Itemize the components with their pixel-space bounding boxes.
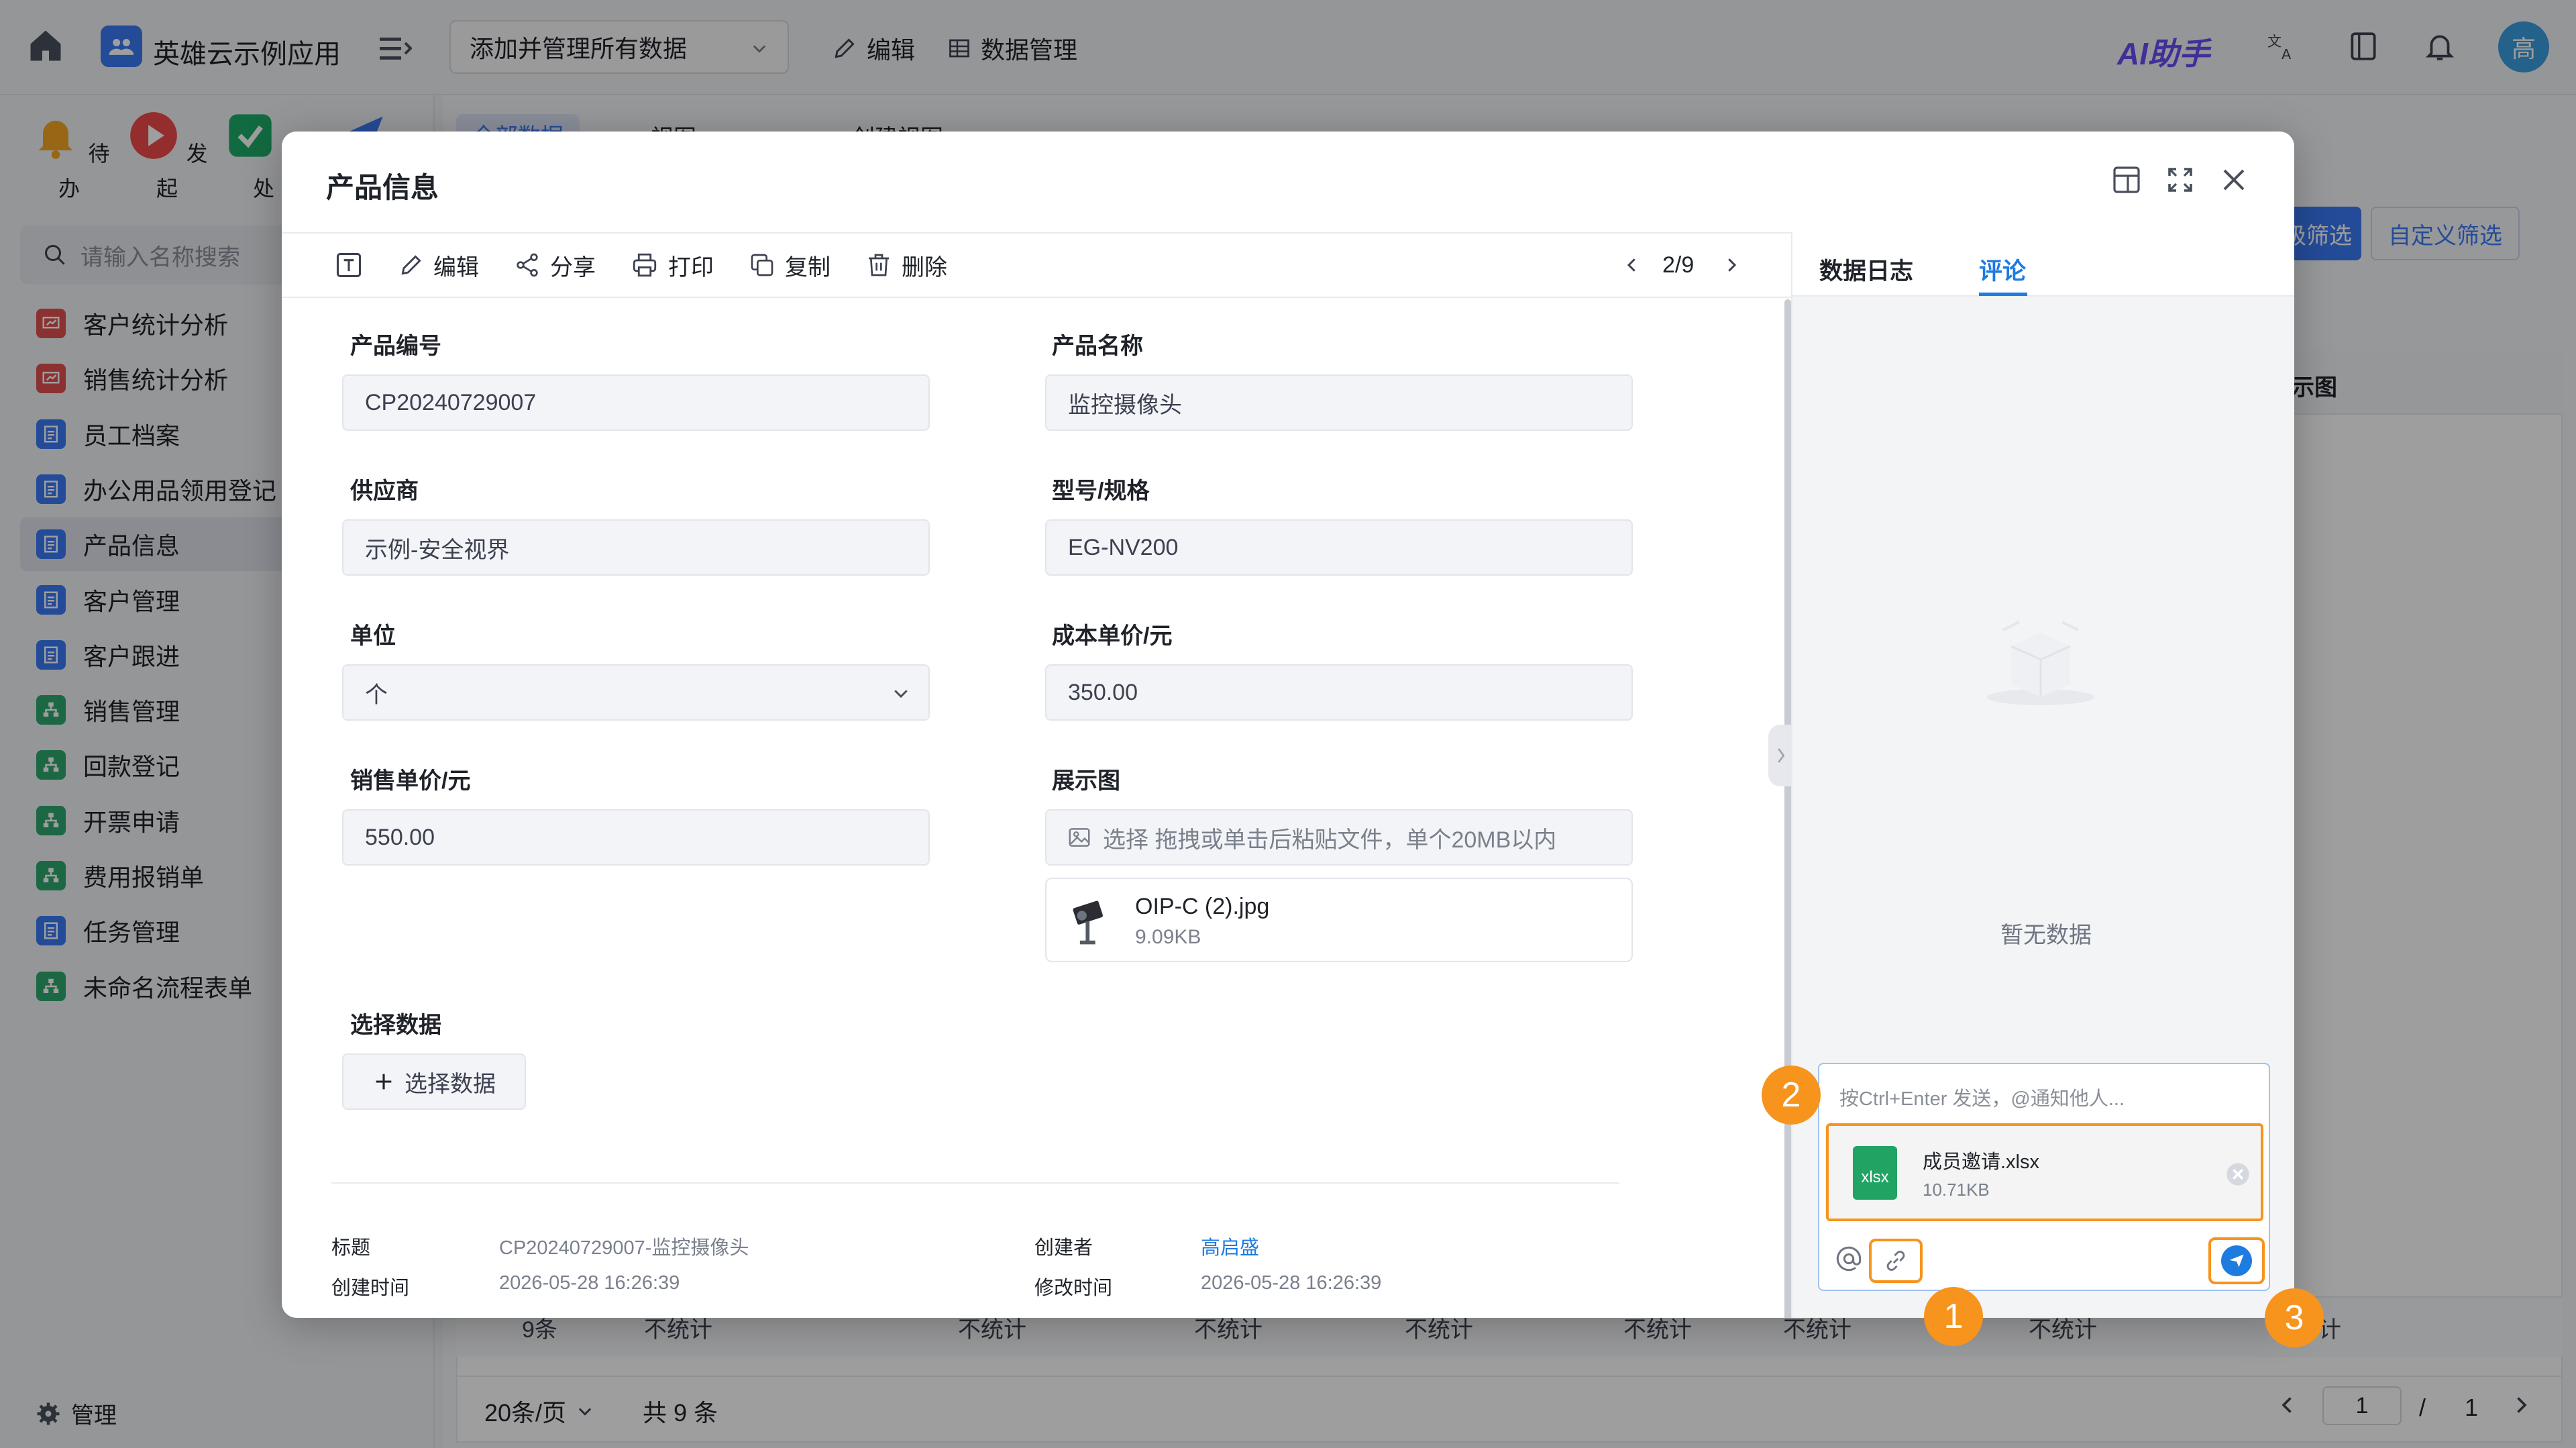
mention-icon[interactable] (1835, 1245, 1862, 1272)
modal-title: 产品信息 (326, 172, 439, 203)
tab-comment[interactable]: 评论 (1979, 252, 2026, 287)
attach-link-icon[interactable] (1869, 1239, 1923, 1283)
select-data-button-label: 选择数据 (405, 1071, 496, 1097)
printer-icon (631, 251, 659, 279)
model-label: 型号/规格 (1052, 478, 1150, 504)
unit-select[interactable]: 个 (342, 664, 930, 721)
comment-input[interactable]: 按Ctrl+Enter 发送，@通知他人... (1839, 1083, 2125, 1111)
callout-badge-3: 3 (2265, 1288, 2324, 1347)
attachment-name: 成员邀请.xlsx (1923, 1151, 2040, 1173)
side-panel-collapse-handle[interactable] (1768, 725, 1794, 786)
supplier-field[interactable]: 示例-安全视界 (342, 519, 930, 576)
meta-title-value: CP20240729007-监控摄像头 (499, 1237, 749, 1259)
code-field[interactable]: CP20240729007 (342, 374, 930, 431)
chevron-down-icon (891, 683, 911, 703)
excel-file-ext: xlsx (1861, 1168, 1889, 1186)
name-label: 产品名称 (1052, 333, 1143, 359)
callout-badge-2: 2 (1762, 1066, 1821, 1125)
meta-divider (331, 1182, 1619, 1184)
select-data-label: 选择数据 (350, 1013, 441, 1038)
model-field[interactable]: EG-NV200 (1045, 519, 1633, 576)
image-upload-area[interactable]: 选择 拖拽或单击后粘贴文件，单个20MB以内 (1045, 809, 1633, 866)
image-label: 展示图 (1052, 768, 1120, 794)
price-label: 销售单价/元 (350, 768, 471, 794)
meta-created-value: 2026-05-28 16:26:39 (499, 1272, 680, 1294)
share-label: 分享 (550, 254, 596, 280)
tab-data-log[interactable]: 数据日志 (1819, 252, 1913, 287)
pencil-icon (398, 252, 424, 278)
tab-comment-indicator (1979, 293, 2027, 296)
meta-modified-label: 修改时间 (1034, 1278, 1113, 1299)
layout-toggle-icon[interactable] (2110, 164, 2143, 196)
empty-box-icon (1974, 594, 2108, 709)
image-icon (1067, 825, 1092, 850)
edit-button[interactable]: 编辑 (398, 249, 479, 282)
plus-icon (372, 1070, 395, 1093)
copy-button[interactable]: 复制 (749, 249, 830, 282)
image-file-size: 9.09KB (1135, 926, 1201, 948)
meta-creator-value[interactable]: 高启盛 (1201, 1232, 1259, 1260)
side-panel: 数据日志 评论 暂无数据 按Ctrl+Enter 发送，@通知他人... xls… (1791, 232, 2294, 1318)
supplier-label: 供应商 (350, 478, 419, 504)
image-file-name: OIP-C (2).jpg (1135, 894, 1270, 919)
record-pager: 2/9 (1662, 252, 1695, 278)
code-label: 产品编号 (350, 333, 441, 359)
excel-file-icon: xlsx (1853, 1146, 1897, 1200)
toolbar-divider (282, 297, 1791, 298)
delete-button[interactable]: 删除 (865, 249, 947, 282)
price-field[interactable]: 550.00 (342, 809, 930, 866)
meta-creator-label: 创建者 (1034, 1237, 1093, 1259)
form-scrollbar[interactable] (1784, 299, 1791, 1318)
meta-title-label: 标题 (331, 1237, 371, 1259)
remove-attachment-icon[interactable] (2224, 1161, 2251, 1188)
copy-icon (749, 252, 775, 278)
record-next-icon[interactable] (1721, 254, 1741, 276)
trash-icon (865, 252, 892, 278)
fullscreen-icon[interactable] (2164, 164, 2196, 196)
close-icon[interactable] (2218, 164, 2250, 196)
record-detail-modal: 产品信息 编辑 分享 打印 复制 删除 2/9 产品编号 CP202407290… (282, 132, 2294, 1318)
edit-label: 编辑 (433, 254, 479, 280)
unit-label: 单位 (350, 623, 396, 649)
meta-created-label: 创建时间 (331, 1278, 410, 1299)
callout-badge-1: 1 (1924, 1287, 1983, 1346)
empty-state-text: 暂无数据 (2000, 923, 2092, 948)
copy-label: 复制 (785, 254, 830, 280)
print-label: 打印 (668, 254, 714, 280)
image-upload-hint: 选择 拖拽或单击后粘贴文件，单个20MB以内 (1103, 827, 1557, 853)
attachment-size: 10.71KB (1923, 1180, 1990, 1200)
share-icon (514, 252, 541, 278)
comment-attachment[interactable]: xlsx 成员邀请.xlsx 10.71KB (1826, 1123, 2263, 1221)
cost-field[interactable]: 350.00 (1045, 664, 1633, 721)
select-data-button[interactable]: 选择数据 (342, 1053, 526, 1110)
image-file-card[interactable]: OIP-C (2).jpg 9.09KB (1045, 878, 1633, 962)
send-icon (2221, 1245, 2252, 1276)
cost-label: 成本单价/元 (1052, 623, 1173, 649)
comment-box[interactable]: 按Ctrl+Enter 发送，@通知他人... xlsx 成员邀请.xlsx 1… (1818, 1063, 2270, 1291)
camera-thumbnail-icon (1068, 896, 1115, 950)
record-prev-icon[interactable] (1622, 254, 1642, 276)
send-comment-button[interactable] (2208, 1237, 2265, 1284)
unit-value: 个 (365, 682, 388, 708)
detail-toolbar: 编辑 分享 打印 复制 删除 (334, 247, 947, 283)
name-field[interactable]: 监控摄像头 (1045, 374, 1633, 431)
form-icon[interactable] (334, 250, 364, 280)
print-button[interactable]: 打印 (631, 249, 714, 282)
meta-modified-value: 2026-05-28 16:26:39 (1201, 1272, 1382, 1294)
delete-label: 删除 (902, 254, 947, 280)
share-button[interactable]: 分享 (514, 249, 596, 282)
